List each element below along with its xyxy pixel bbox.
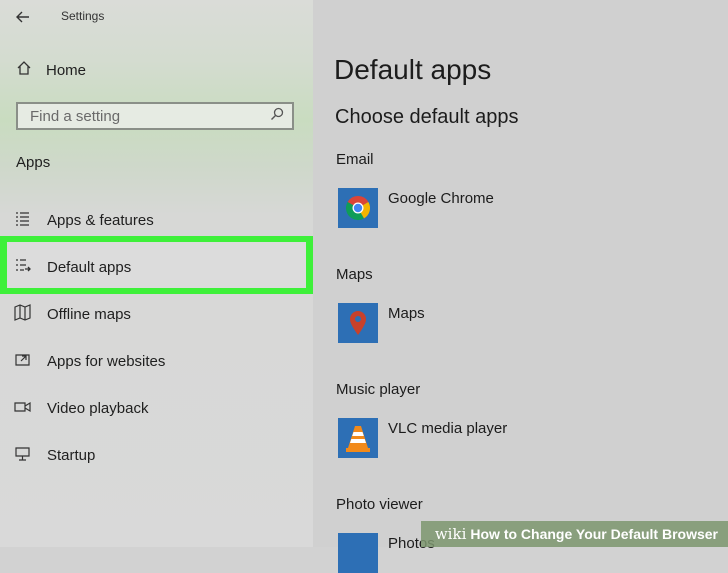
search-input[interactable] <box>28 106 270 126</box>
sidebar-item-apps-for-websites[interactable]: Apps for websites <box>14 346 165 376</box>
main-panel: Default apps Choose default apps Email G… <box>313 0 728 573</box>
default-app-name: Maps <box>388 304 425 322</box>
watermark-brand: wiki <box>434 525 467 543</box>
home-link[interactable]: Home <box>16 60 86 80</box>
page-title: Default apps <box>334 54 492 85</box>
apps-for-websites-icon <box>14 351 31 372</box>
sidebar-item-label: Apps & features <box>47 211 154 229</box>
startup-icon <box>14 445 31 466</box>
sidebar-item-label: Offline maps <box>47 305 131 323</box>
sidebar-item-label: Apps for websites <box>47 352 166 370</box>
default-app-name: Google Chrome <box>388 189 494 207</box>
default-app-music-button[interactable]: VLC media player <box>338 418 507 458</box>
video-playback-icon <box>14 398 31 419</box>
category-label-music-player: Music player <box>336 381 421 398</box>
watermark-text: How to Change Your Default Browser <box>470 526 718 542</box>
sidebar-item-offline-maps[interactable]: Offline maps <box>14 299 131 329</box>
maps-pin-icon <box>338 303 378 343</box>
vlc-cone-icon <box>338 418 378 458</box>
window-title: Settings <box>61 9 105 23</box>
default-apps-icon <box>14 257 31 278</box>
category-label-email: Email <box>336 151 374 168</box>
offline-maps-icon <box>14 303 31 325</box>
default-app-email-button[interactable]: Google Chrome <box>338 188 494 228</box>
sidebar-item-default-apps[interactable]: Default apps <box>14 252 131 282</box>
sidebar-item-label: Startup <box>47 446 96 464</box>
default-app-name: VLC media player <box>388 419 508 437</box>
wikihow-watermark: wiki How to Change Your Default Browser <box>420 521 728 547</box>
sidebar-item-label: Video playback <box>47 399 149 417</box>
photos-icon <box>338 533 378 573</box>
apps-features-icon <box>14 210 31 231</box>
search-box[interactable] <box>16 102 294 130</box>
sidebar-item-label: Default apps <box>47 258 132 276</box>
sidebar-item-video-playback[interactable]: Video playback <box>14 393 148 423</box>
sidebar: Settings Home Apps Apps & features Defau… <box>0 0 317 547</box>
section-subtitle: Choose default apps <box>335 106 519 128</box>
category-label-maps: Maps <box>336 266 373 283</box>
home-icon <box>16 60 32 80</box>
section-heading: Apps <box>16 154 51 171</box>
default-app-maps-button[interactable]: Maps <box>338 303 425 343</box>
sidebar-item-startup[interactable]: Startup <box>14 440 95 470</box>
search-icon[interactable] <box>270 107 284 126</box>
home-label: Home <box>46 61 87 79</box>
category-label-photo-viewer: Photo viewer <box>336 496 423 513</box>
back-arrow-icon[interactable] <box>12 8 34 26</box>
sidebar-item-apps-features[interactable]: Apps & features <box>14 205 154 235</box>
chrome-icon <box>338 188 378 228</box>
